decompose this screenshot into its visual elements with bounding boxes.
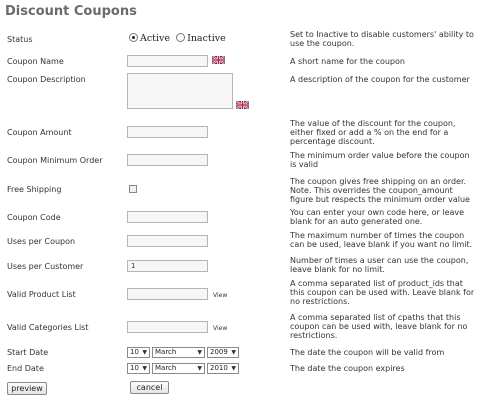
status-help: Set to Inactive to disable customers' ab…	[290, 30, 474, 48]
end-month-select[interactable]: March ▼	[152, 363, 205, 374]
free-shipping-checkbox[interactable]	[129, 185, 137, 193]
valid-product-list-input[interactable]	[127, 288, 208, 300]
free-shipping-help: The coupon gives free shipping on an ord…	[290, 177, 470, 204]
uses-per-coupon-label: Uses per Coupon	[7, 237, 76, 246]
start-date-label: Start Date	[7, 348, 49, 357]
status-radio-group: Active Inactive	[129, 33, 226, 44]
coupon-code-input[interactable]	[127, 211, 208, 223]
end-month-value: March	[155, 364, 177, 372]
preview-button[interactable]: preview	[7, 382, 47, 395]
coupon-min-order-input[interactable]	[127, 154, 208, 166]
coupon-name-help: A short name for the coupon	[290, 57, 405, 66]
uses-per-customer-help: Number of times a user can use the coupo…	[290, 256, 469, 274]
start-date-help: The date the coupon will be valid from	[290, 348, 445, 357]
coupon-description-help: A description of the coupon for the cust…	[290, 75, 470, 84]
chevron-down-icon: ▼	[197, 365, 202, 372]
status-inactive-label: Inactive	[187, 33, 226, 44]
valid-categories-list-input[interactable]	[127, 321, 208, 333]
start-month-select[interactable]: March ▼	[152, 347, 205, 358]
coupon-name-label: Coupon Name	[7, 57, 64, 66]
status-inactive-radio[interactable]	[176, 33, 186, 42]
valid-product-list-label: Valid Product List	[7, 290, 76, 299]
start-year-select[interactable]: 2009 ▼	[207, 347, 239, 358]
valid-categories-list-help: A comma separated list of cpaths that th…	[290, 313, 468, 340]
start-day-select[interactable]: 10 ▼	[127, 347, 150, 358]
uses-per-customer-input[interactable]: 1	[127, 260, 208, 272]
coupon-description-label: Coupon Description	[7, 75, 86, 84]
uk-flag-icon	[236, 101, 249, 109]
chevron-down-icon: ▼	[231, 365, 236, 372]
uses-per-coupon-help: The maximum number of times the coupon c…	[290, 231, 473, 249]
valid-product-list-view-link[interactable]: View	[213, 292, 227, 299]
valid-categories-list-view-link[interactable]: View	[213, 325, 227, 332]
end-day-value: 10	[130, 364, 139, 372]
chevron-down-icon: ▼	[197, 349, 202, 356]
end-date-help: The date the coupon expires	[290, 364, 405, 373]
end-day-select[interactable]: 10 ▼	[127, 363, 150, 374]
chevron-down-icon: ▼	[142, 349, 147, 356]
coupon-code-label: Coupon Code	[7, 213, 61, 222]
coupon-amount-input[interactable]	[127, 126, 208, 138]
uses-per-coupon-input[interactable]	[127, 235, 208, 247]
coupon-amount-label: Coupon Amount	[7, 128, 72, 137]
free-shipping-label: Free Shipping	[7, 185, 62, 194]
status-active-radio[interactable]	[129, 33, 138, 42]
end-year-select[interactable]: 2010 ▼	[207, 363, 239, 374]
coupon-description-textarea[interactable]	[127, 73, 233, 109]
cancel-button[interactable]: cancel	[130, 381, 169, 394]
valid-product-list-help: A comma separated list of product_ids th…	[290, 279, 475, 306]
status-active-label: Active	[140, 33, 171, 44]
coupon-name-input[interactable]	[127, 55, 208, 67]
chevron-down-icon: ▼	[142, 365, 147, 372]
end-year-value: 2010	[210, 364, 228, 372]
coupon-min-order-label: Coupon Minimum Order	[7, 156, 103, 165]
coupon-code-help: You can enter your own code here, or lea…	[290, 208, 465, 226]
start-month-value: March	[155, 348, 177, 356]
chevron-down-icon: ▼	[231, 349, 236, 356]
coupon-min-order-help: The minimum order value before the coupo…	[290, 151, 470, 169]
uk-flag-icon	[212, 56, 225, 64]
status-label: Status	[7, 35, 33, 44]
start-year-value: 2009	[210, 348, 228, 356]
uses-per-customer-label: Uses per Customer	[7, 262, 84, 271]
coupon-amount-help: The value of the discount for the coupon…	[290, 119, 456, 146]
page-title: Discount Coupons	[5, 4, 137, 19]
end-date-label: End Date	[7, 364, 44, 373]
valid-categories-list-label: Valid Categories List	[7, 323, 89, 332]
start-day-value: 10	[130, 348, 139, 356]
